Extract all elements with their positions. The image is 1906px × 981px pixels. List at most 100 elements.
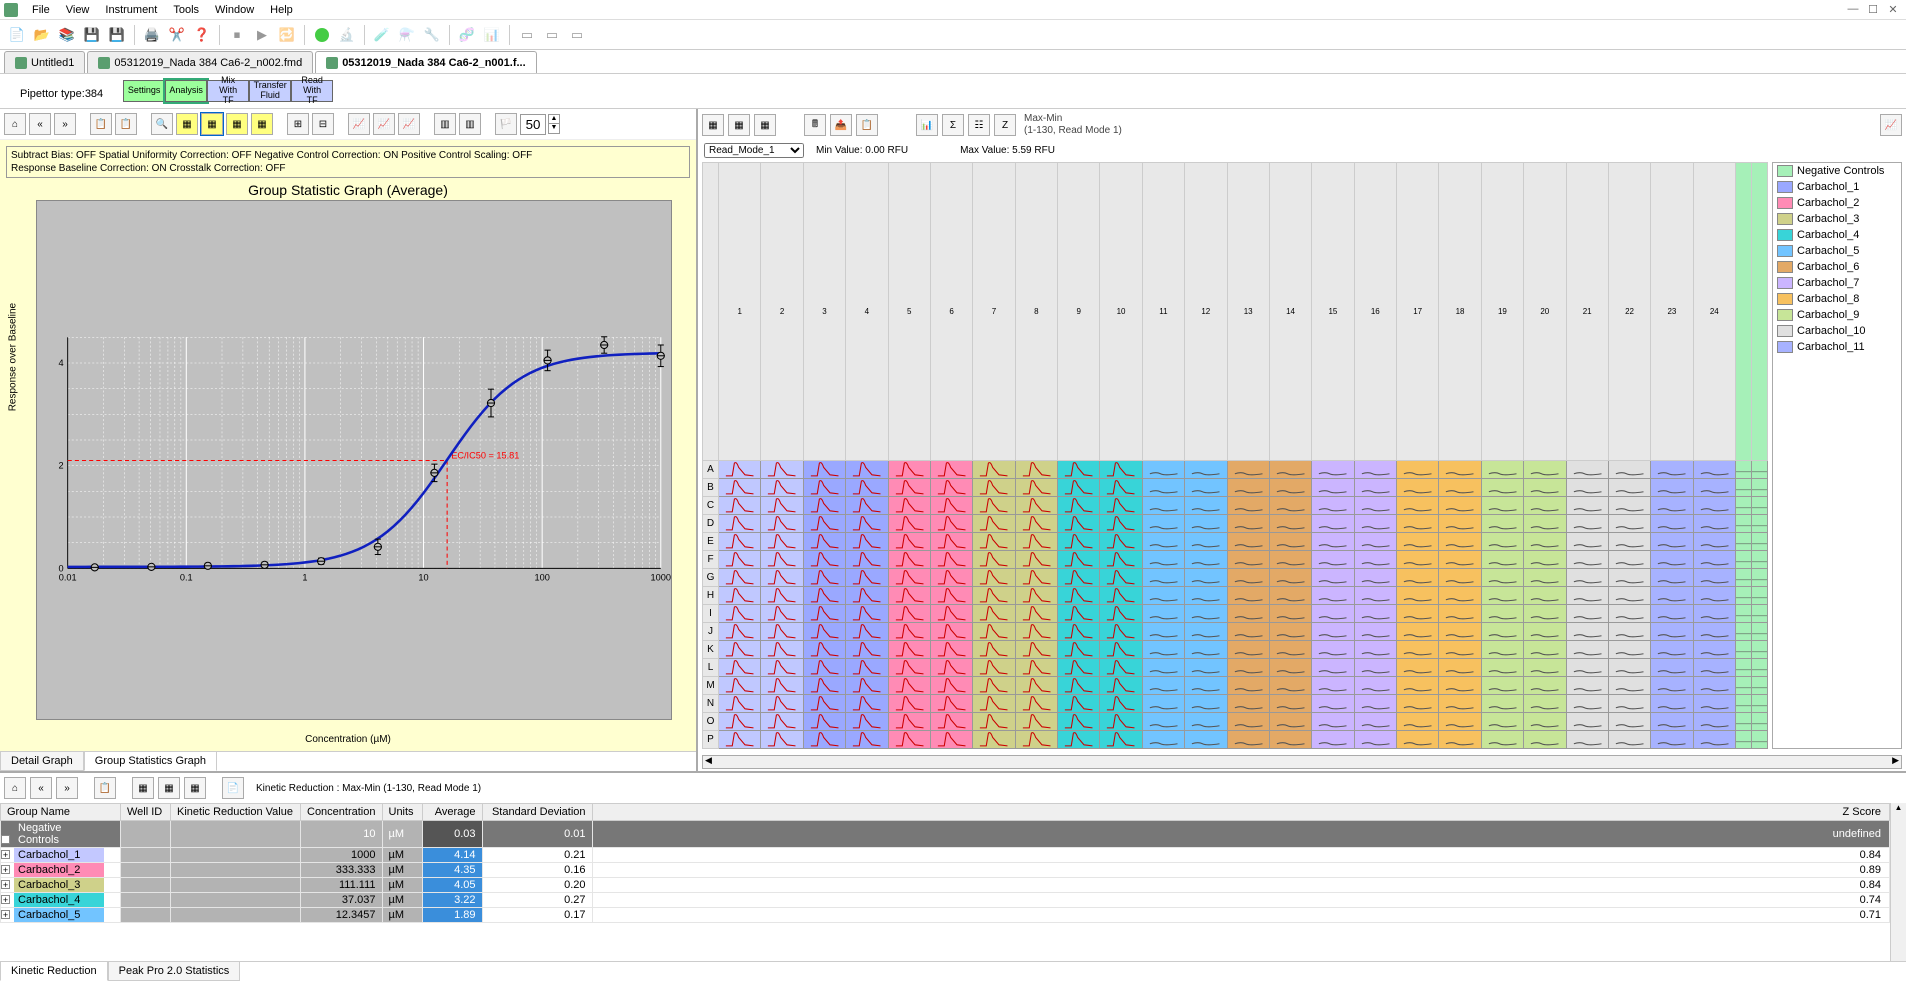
well-O18[interactable] [1439,713,1481,731]
well-F17[interactable] [1397,551,1439,569]
well-K20[interactable] [1524,641,1566,659]
well-F2[interactable] [761,551,803,569]
home2-icon[interactable]: ⌂ [4,777,26,799]
sel4-icon[interactable]: ▦ [251,113,273,135]
well-L9[interactable] [1058,659,1100,677]
home-icon[interactable]: ⌂ [4,113,26,135]
well-M16[interactable] [1354,677,1396,695]
well-K7[interactable] [973,641,1015,659]
well-D2[interactable] [761,515,803,533]
menu-view[interactable]: View [58,2,98,18]
well-A13[interactable] [1227,461,1269,479]
well-L14[interactable] [1269,659,1311,677]
copy-plate-icon[interactable]: 📋 [856,114,878,136]
well-I4[interactable] [846,605,888,623]
well-M13[interactable] [1227,677,1269,695]
well-A1[interactable] [719,461,761,479]
well-O2[interactable] [761,713,803,731]
fwd2-icon[interactable]: » [56,777,78,799]
well-M12[interactable] [1185,677,1227,695]
well-P11[interactable] [1142,731,1184,749]
well-L10[interactable] [1100,659,1142,677]
well-K12[interactable] [1185,641,1227,659]
close-button[interactable]: ✕ [1884,3,1902,16]
well-A6[interactable] [930,461,972,479]
well-N20[interactable] [1524,695,1566,713]
cut-icon[interactable]: ✂️ [166,24,188,46]
well-M7[interactable] [973,677,1015,695]
well-H1[interactable] [719,587,761,605]
tab-peak-pro[interactable]: Peak Pro 2.0 Statistics [108,962,241,981]
plate-view1-icon[interactable]: ▦ [702,114,724,136]
well-D1[interactable] [719,515,761,533]
well-K9[interactable] [1058,641,1100,659]
well-C11[interactable] [1142,497,1184,515]
well-C13[interactable] [1227,497,1269,515]
col-header[interactable]: Average [422,804,482,821]
horizontal-scrollbar[interactable] [702,755,1902,769]
tool3-icon[interactable]: 🔧 [421,24,443,46]
well-N9[interactable] [1058,695,1100,713]
well-nc[interactable] [1752,623,1768,641]
well-E20[interactable] [1524,533,1566,551]
well-J6[interactable] [930,623,972,641]
well-D21[interactable] [1566,515,1608,533]
well-J22[interactable] [1608,623,1650,641]
well-J20[interactable] [1524,623,1566,641]
col2-icon[interactable]: ▥ [459,113,481,135]
expand-icon[interactable]: + [1,895,10,904]
popout-icon[interactable]: 📈 [1880,114,1902,136]
well-N11[interactable] [1142,695,1184,713]
col-header[interactable]: Kinetic Reduction Value [171,804,301,821]
well-B1[interactable] [719,479,761,497]
col-header[interactable]: Z Score [592,804,1890,821]
tool5-icon[interactable]: 📊 [481,24,503,46]
well-N21[interactable] [1566,695,1608,713]
well-I22[interactable] [1608,605,1650,623]
maximize-button[interactable]: ☐ [1864,3,1882,16]
repeat-icon[interactable]: 🔁 [276,24,298,46]
well-H7[interactable] [973,587,1015,605]
well-M11[interactable] [1142,677,1184,695]
well-C21[interactable] [1566,497,1608,515]
well-nc[interactable] [1736,677,1752,695]
well-L15[interactable] [1312,659,1354,677]
well-nc[interactable] [1752,461,1768,479]
well-M9[interactable] [1058,677,1100,695]
mix-button[interactable]: Mix With TF [207,80,249,102]
well-O17[interactable] [1397,713,1439,731]
well-G16[interactable] [1354,569,1396,587]
well-I17[interactable] [1397,605,1439,623]
export-icon[interactable]: 📤 [830,114,852,136]
well-G7[interactable] [973,569,1015,587]
well-F19[interactable] [1481,551,1523,569]
well-nc[interactable] [1752,695,1768,713]
well-nc[interactable] [1752,641,1768,659]
well-G22[interactable] [1608,569,1650,587]
well-J19[interactable] [1481,623,1523,641]
well-O12[interactable] [1185,713,1227,731]
well-O1[interactable] [719,713,761,731]
col-header[interactable]: Units [382,804,422,821]
well-I6[interactable] [930,605,972,623]
well-P2[interactable] [761,731,803,749]
well-B24[interactable] [1693,479,1735,497]
well-D18[interactable] [1439,515,1481,533]
well-nc[interactable] [1736,515,1752,533]
well-H5[interactable] [888,587,930,605]
chart-settings-icon[interactable]: 📊 [916,114,938,136]
menu-file[interactable]: File [24,2,58,18]
well-N18[interactable] [1439,695,1481,713]
well-I21[interactable] [1566,605,1608,623]
well-J2[interactable] [761,623,803,641]
well-M6[interactable] [930,677,972,695]
settings-button[interactable]: Settings [123,80,165,102]
well-P6[interactable] [930,731,972,749]
well-E3[interactable] [803,533,845,551]
well-N19[interactable] [1481,695,1523,713]
well-I8[interactable] [1015,605,1057,623]
well-E7[interactable] [973,533,1015,551]
well-K19[interactable] [1481,641,1523,659]
well-G15[interactable] [1312,569,1354,587]
well-K22[interactable] [1608,641,1650,659]
